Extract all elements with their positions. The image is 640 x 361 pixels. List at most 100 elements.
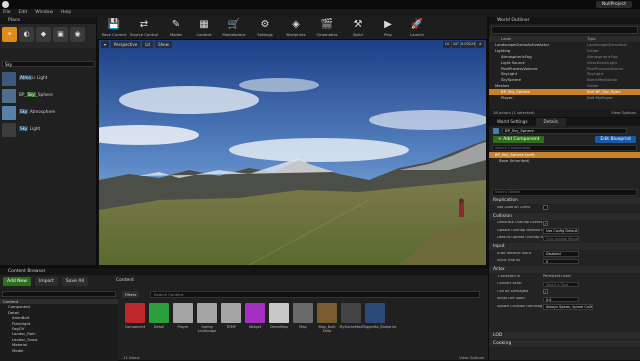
filters-button[interactable]: Filters (122, 291, 140, 298)
menu-window[interactable]: Window (35, 10, 53, 16)
asset-tile[interactable]: TEMP (221, 303, 243, 329)
can-be-damaged-checkbox[interactable]: ✓ (543, 289, 548, 295)
camera-speed-value[interactable]: 4 (476, 41, 484, 48)
add-new-button[interactable]: Add New (3, 276, 31, 286)
actor-name-field[interactable]: BP_Sky_Sphere (502, 127, 627, 134)
world-outliner-tab[interactable]: World Outliner (489, 17, 640, 24)
place-tab[interactable]: Place (0, 17, 96, 24)
light-thumbnail (2, 71, 16, 86)
basic-category-icon[interactable]: ✦ (2, 27, 17, 42)
grid-snap-value[interactable]: 10 (443, 41, 451, 48)
place-search-input[interactable]: Sky (2, 61, 95, 67)
volumes-category-icon[interactable]: ▣ (53, 27, 68, 42)
menu-help[interactable]: Help (61, 10, 71, 16)
update-overlap-dropdown[interactable]: Use Config Default (543, 228, 579, 234)
outliner-view-options[interactable]: View Options (611, 109, 636, 117)
perspective-button[interactable]: Perspective (111, 41, 141, 48)
visual-category-icon[interactable]: ◆ (36, 27, 51, 42)
import-button[interactable]: Import (34, 276, 58, 286)
launch-button[interactable]: 🚀 Launch (402, 18, 432, 37)
viewport-toolbar: ▾ Perspective Lit Show (99, 40, 486, 49)
save-current-button[interactable]: 💾 Save Current (99, 18, 129, 37)
scale-snap-value[interactable]: 0.03125 (461, 41, 475, 48)
asset-tile[interactable]: Map (293, 303, 315, 329)
asset-tile[interactable]: Map_Built Data (317, 303, 339, 333)
settings-button[interactable]: ⚙ Settings (250, 18, 280, 37)
lit-button[interactable]: Lit (142, 41, 154, 48)
menu-edit[interactable]: Edit (19, 10, 28, 16)
asset-tile[interactable]: DemoMap (269, 303, 291, 329)
generate-overlap-property: Generate Overlap Events Du✓ (497, 220, 548, 226)
initial-life-span-field[interactable]: 0.0 (543, 296, 579, 302)
level-viewport[interactable]: ▾ Perspective Lit Show 10 10° 0.03125 4 (99, 40, 486, 265)
cooking-section[interactable]: Cooking (489, 339, 640, 347)
viewport-options-button[interactable]: ▾ (101, 41, 110, 48)
marketplace-button[interactable]: 🛒 Marketplace (219, 18, 249, 37)
folder-search-input[interactable] (2, 291, 116, 297)
list-item[interactable]: BP_Sky_Sphere (0, 87, 97, 104)
asset-tile[interactable]: MyGameMod (340, 303, 363, 329)
folder-icon (149, 303, 169, 323)
asset-tile[interactable]: Widget (245, 303, 267, 329)
source-control-button[interactable]: ⇄ Source Control (129, 18, 159, 37)
table-row[interactable]: Player Edit MyPlayer (489, 95, 640, 101)
content-button[interactable]: ▦ Content (189, 18, 219, 37)
folder-icon (197, 303, 217, 323)
asset-tile[interactable]: Detail (149, 303, 171, 329)
asset-search-input[interactable]: Search Content (150, 291, 480, 298)
details-panel: World Settings Details BP_Sky_Sphere + A… (488, 118, 640, 360)
collision-section[interactable]: Collision (489, 212, 640, 220)
asset-tile[interactable]: Component (125, 303, 147, 329)
edit-blueprint-button[interactable]: Edit Blueprint (595, 136, 636, 143)
actor-section[interactable]: Actor (489, 266, 640, 273)
list-item[interactable]: Sky Atmosphere (0, 104, 97, 121)
tab-details[interactable]: Details (535, 118, 567, 126)
atmosphere-thumbnail (2, 105, 16, 120)
classes-category-icon[interactable]: ◉ (70, 27, 85, 42)
asset-tile[interactable]: Spring Landscape (197, 303, 219, 333)
folder-icon (221, 303, 241, 323)
list-item[interactable]: Atmoic Light (0, 70, 97, 87)
tab-world-settings[interactable]: World Settings (489, 118, 536, 126)
outliner-search-input[interactable] (491, 26, 638, 34)
content-browser-tab[interactable]: Content Browser (0, 268, 488, 275)
convert-actor-dropdown[interactable]: Select a Type (543, 281, 579, 287)
modes-icon: ✎ (171, 19, 181, 30)
save-all-button[interactable]: Save All (61, 276, 88, 286)
path-breadcrumb[interactable]: Content (116, 278, 134, 284)
input-priority-property: Input Priority 0 (489, 258, 640, 266)
asset-tile[interactable]: Player (173, 303, 195, 329)
menu-file[interactable]: File (3, 10, 11, 16)
net-load-checkbox[interactable] (543, 205, 548, 211)
generate-overlap-checkbox[interactable]: ✓ (543, 220, 548, 226)
details-search-input[interactable]: Search Details (492, 189, 637, 196)
auto-receive-dropdown[interactable]: Disabled (543, 251, 579, 257)
folder-icon (173, 303, 193, 323)
spawn-collision-dropdown[interactable]: Always Spawn, Ignore Collisions (543, 304, 593, 310)
rotation-snap-value[interactable]: 10° (452, 41, 460, 48)
viewport-snap-controls: 10 10° 0.03125 4 (443, 41, 484, 48)
play-button[interactable]: ▶ Play (373, 18, 403, 37)
asset-tile[interactable]: TriggerBo_Blueprint (362, 303, 396, 329)
input-priority-field[interactable]: 0 (543, 258, 579, 264)
replication-section[interactable]: Replication (489, 197, 640, 204)
lod-section[interactable]: LOD (489, 331, 640, 339)
default-overlap-dropdown[interactable]: Only Update Movable (543, 235, 579, 241)
cinematics-button[interactable]: 🎬 Cinematics (312, 18, 342, 37)
add-component-button[interactable]: + Add Component (493, 136, 545, 143)
build-button[interactable]: ⚒ Build (343, 18, 373, 37)
save-icon: 💾 (107, 19, 121, 30)
actor-icon (493, 127, 499, 134)
input-section[interactable]: Input (489, 243, 640, 250)
component-search-input[interactable]: Search Components (492, 145, 637, 151)
place-panel: Place ✦ ◐ ◆ ▣ ◉ Sky Atmoic Light BP_Sky_… (0, 17, 97, 265)
outliner-footer: 18 actors (1 selected) View Options (489, 109, 640, 117)
show-button[interactable]: Show (155, 41, 172, 48)
content-browser-panel: Content Browser Add New Import Save All … (0, 267, 488, 361)
tree-item[interactable]: Model (0, 348, 118, 353)
blueprints-button[interactable]: ◈ Blueprints (281, 18, 311, 37)
build-icon: ⚒ (353, 19, 363, 30)
modes-button[interactable]: ✎ Modes (161, 18, 191, 37)
lights-category-icon[interactable]: ◐ (19, 27, 34, 42)
list-item[interactable]: Sky Light (0, 121, 97, 138)
